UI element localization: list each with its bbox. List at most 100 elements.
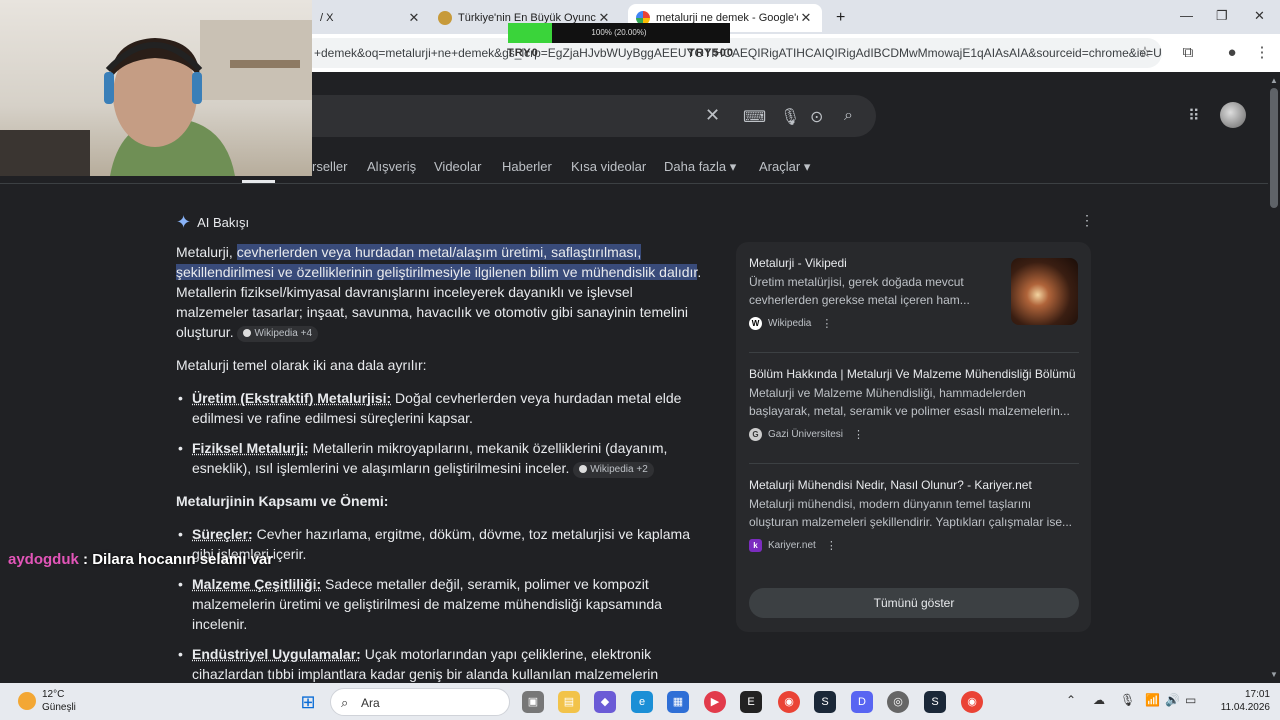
epic-games-icon[interactable]: E: [740, 691, 762, 713]
tab-alisveris[interactable]: Alışveriş: [367, 159, 416, 174]
minimize-icon[interactable]: —: [1180, 8, 1193, 23]
webcam-figure: [0, 20, 312, 176]
list-term[interactable]: Süreçler:: [192, 526, 253, 542]
store-icon[interactable]: ▦: [667, 691, 689, 713]
overlay-label-right: TRY500: [688, 47, 734, 59]
tray-chevron-up-icon[interactable]: ⌃: [1066, 693, 1076, 707]
sources-panel: Metalurji - Vikipedi Üretim metalürjisi,…: [736, 242, 1091, 632]
copilot-icon[interactable]: ◆: [594, 691, 616, 713]
scroll-thumb[interactable]: [1270, 88, 1278, 208]
avatar[interactable]: [1220, 102, 1246, 128]
list-term[interactable]: Malzeme Çeşitliliği:: [192, 576, 321, 592]
steam-icon[interactable]: S: [814, 691, 836, 713]
ai-overview-header: ✦ AI Bakışı: [176, 212, 249, 233]
new-tab-button[interactable]: +: [828, 4, 850, 32]
tab-x[interactable]: / X ✕: [312, 4, 430, 32]
battery-icon[interactable]: ▭: [1185, 693, 1196, 707]
mic-icon[interactable]: 🎙: [1120, 693, 1135, 707]
more-options-icon[interactable]: ⋮: [826, 539, 837, 552]
menu-kebab-icon[interactable]: ⋮: [1252, 43, 1272, 63]
tab-kisa-videolar[interactable]: Kısa videolar: [571, 159, 646, 174]
profile-icon[interactable]: ●: [1222, 43, 1242, 63]
tab-gorseller[interactable]: rseller: [312, 159, 347, 174]
clock-date: 11.04.2026: [1220, 702, 1270, 713]
source-dot-icon: [579, 465, 588, 473]
wifi-icon[interactable]: 📶: [1145, 693, 1160, 707]
source-site: W Wikipedia ⋮: [749, 317, 1004, 330]
source-site-name: Kariyer.net: [768, 540, 816, 551]
search-input[interactable]: ✕ ⌨ 🎙 ⊙ ⌕: [240, 95, 876, 137]
weather-widget[interactable]: 12°C Güneşli: [18, 688, 76, 714]
highlighted-definition: cevherlerden veya hurdadan metal/alaşım …: [176, 244, 698, 280]
source-snippet: Üretim metalürjisi, gerek doğada mevcut …: [749, 275, 970, 307]
scrollbar[interactable]: ▲ ▼: [1268, 72, 1280, 683]
ai-overview-title: AI Bakışı: [197, 215, 250, 230]
source-chip[interactable]: Wikipedia +2: [573, 462, 654, 478]
chrome-active-icon[interactable]: ◉: [961, 691, 983, 713]
source-title[interactable]: Bölüm Hakkında | Metalurji Ve Malzeme Mü…: [749, 367, 1079, 381]
tab-daha-fazla[interactable]: Daha fazla ▾: [664, 159, 736, 175]
close-icon[interactable]: ✕: [406, 10, 422, 26]
source-snippet: Metalurji mühendisi, modern dünyanın tem…: [749, 497, 1073, 529]
microphone-icon[interactable]: 🎙: [780, 107, 800, 127]
more-options-icon[interactable]: ⋮: [1080, 212, 1094, 229]
weather-text: 12°C Güneşli: [42, 688, 76, 714]
google-apps-icon[interactable]: ⠿: [1188, 106, 1200, 126]
source-card[interactable]: Bölüm Hakkında | Metalurji Ve Malzeme Mü…: [749, 367, 1079, 441]
gazi-logo-icon: G: [749, 428, 762, 441]
chrome-icon[interactable]: ◉: [778, 691, 800, 713]
sun-icon: [18, 692, 36, 710]
intro-text: Metalurji,: [176, 244, 237, 260]
bookmark-star-icon[interactable]: ☆: [1135, 43, 1155, 63]
clock[interactable]: 17:01 11.04.2026: [1210, 688, 1270, 714]
scroll-up-icon[interactable]: ▲: [1270, 76, 1278, 85]
taskbar-search[interactable]: ⌕ Ara: [330, 688, 510, 716]
list-item: Malzeme Çeşitliliği: Sadece metaller değ…: [176, 574, 706, 634]
close-icon[interactable]: ✕: [798, 10, 814, 26]
list-term[interactable]: Üretim (Ekstraktif) Metalurjisi:: [192, 390, 391, 406]
lens-icon[interactable]: ⊙: [810, 107, 823, 127]
clear-icon[interactable]: ✕: [705, 105, 720, 126]
maximize-icon[interactable]: ❐: [1216, 8, 1228, 24]
steam-2-icon[interactable]: S: [924, 691, 946, 713]
source-chip[interactable]: Wikipedia +4: [237, 326, 319, 342]
source-thumbnail[interactable]: [1011, 258, 1078, 325]
task-view-icon[interactable]: ▣: [522, 691, 544, 713]
chevron-down-icon: ▾: [729, 159, 737, 174]
list-term[interactable]: Fiziksel Metalurji:: [192, 440, 309, 456]
volume-icon[interactable]: 🔊: [1165, 693, 1180, 707]
source-chip-label: Wikipedia +4: [254, 328, 313, 339]
more-options-icon[interactable]: ⋮: [821, 317, 832, 330]
extensions-icon[interactable]: ⧉: [1178, 43, 1198, 63]
cloud-icon[interactable]: ☁: [1093, 693, 1105, 707]
source-site-name: Wikipedia: [768, 318, 812, 329]
close-window-icon[interactable]: ✕: [1254, 8, 1265, 24]
windows-taskbar: 12°C Güneşli ⊞ ⌕ Ara ▣ ▤ ◆ e ▦ ▶ E ◉ S D…: [0, 683, 1280, 720]
list-term[interactable]: Endüstriyel Uygulamalar:: [192, 646, 361, 662]
search-icon[interactable]: ⌕: [844, 107, 853, 125]
taskbar-search-label: Ara: [361, 696, 380, 710]
obs-icon[interactable]: ◎: [887, 691, 909, 713]
webcam-overlay: [0, 0, 312, 176]
tab-araclar[interactable]: Araçlar ▾: [759, 159, 810, 175]
windows-start-icon[interactable]: ⊞: [297, 691, 319, 713]
stream-progress-bar: 100% (20.00%): [508, 23, 730, 43]
media-player-icon[interactable]: ▶: [704, 691, 726, 713]
edge-icon[interactable]: e: [631, 691, 653, 713]
discord-icon[interactable]: D: [851, 691, 873, 713]
chat-text: Dilara hocanın selamı var: [92, 551, 274, 568]
more-options-icon[interactable]: ⋮: [853, 428, 864, 441]
tab-videolar[interactable]: Videolar: [434, 159, 481, 174]
weather-desc: Güneşli: [42, 702, 76, 713]
show-all-button[interactable]: Tümünü göster: [749, 588, 1079, 618]
scroll-down-icon[interactable]: ▼: [1270, 670, 1278, 679]
source-card[interactable]: Metalurji - Vikipedi Üretim metalürjisi,…: [749, 256, 1004, 330]
keyboard-icon[interactable]: ⌨: [743, 107, 766, 127]
source-title[interactable]: Metalurji Mühendisi Nedir, Nasıl Olunur?…: [749, 478, 1079, 492]
source-site: k Kariyer.net ⋮: [749, 539, 1079, 552]
source-card[interactable]: Metalurji Mühendisi Nedir, Nasıl Olunur?…: [749, 478, 1079, 552]
tab-haberler[interactable]: Haberler: [502, 159, 552, 174]
source-dot-icon: [243, 329, 252, 337]
source-title[interactable]: Metalurji - Vikipedi: [749, 256, 1004, 270]
file-explorer-icon[interactable]: ▤: [558, 691, 580, 713]
